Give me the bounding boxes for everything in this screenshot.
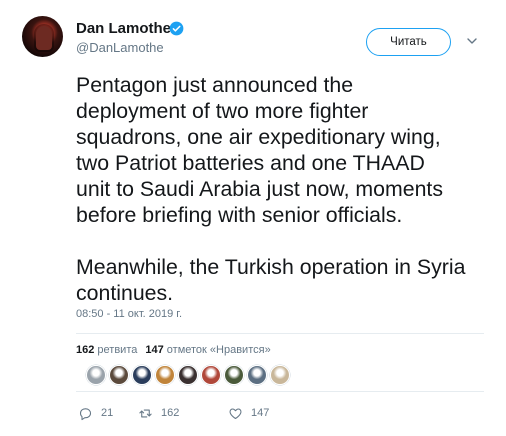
retweet-count: 162 [161, 407, 180, 419]
liker-avatar[interactable] [155, 365, 175, 385]
liker-avatar[interactable] [109, 365, 129, 385]
tweet-actions: 21 162 147 [78, 404, 288, 422]
heart-icon [229, 407, 242, 419]
tweet-stats: 162 ретвита 147 отметок «Нравится» [76, 344, 271, 356]
likers-avatars [86, 365, 293, 387]
likes-count: 147 [145, 344, 164, 356]
like-button[interactable]: 147 [228, 406, 288, 421]
chevron-down-icon[interactable] [466, 35, 478, 47]
retweets-label: ретвита [97, 344, 138, 356]
verified-badge-icon [169, 21, 184, 36]
liker-avatar[interactable] [132, 365, 152, 385]
divider [76, 391, 484, 392]
likes-stat[interactable]: 147 отметок «Нравится» [145, 344, 270, 356]
liker-avatar[interactable] [86, 365, 106, 385]
follow-button[interactable]: Читать [366, 28, 451, 56]
liker-avatar[interactable] [224, 365, 244, 385]
author-name[interactable]: Dan Lamothe [76, 20, 171, 37]
like-count: 147 [251, 407, 270, 419]
liker-avatar[interactable] [270, 365, 290, 385]
retweets-count: 162 [76, 344, 95, 356]
tweet-timestamp[interactable]: 08:50 - 11 окт. 2019 г. [76, 308, 182, 320]
liker-avatar[interactable] [201, 365, 221, 385]
likes-label: отметок «Нравится» [166, 344, 271, 356]
liker-avatar[interactable] [178, 365, 198, 385]
retweet-button[interactable]: 162 [138, 406, 216, 421]
reply-button[interactable]: 21 [78, 406, 126, 421]
reply-icon [79, 407, 92, 420]
author-avatar[interactable] [22, 16, 63, 57]
divider [76, 333, 484, 334]
retweets-stat[interactable]: 162 ретвита [76, 344, 137, 356]
tweet-text: Pentagon just announced the deployment o… [76, 73, 466, 305]
author-handle[interactable]: @DanLamothe [76, 40, 164, 55]
liker-avatar[interactable] [247, 365, 267, 385]
reply-count: 21 [101, 407, 114, 419]
retweet-icon [139, 409, 152, 417]
tweet-card: Dan Lamothe @DanLamothe Читать Pentagon … [0, 0, 506, 436]
avatar-figure [36, 26, 52, 50]
